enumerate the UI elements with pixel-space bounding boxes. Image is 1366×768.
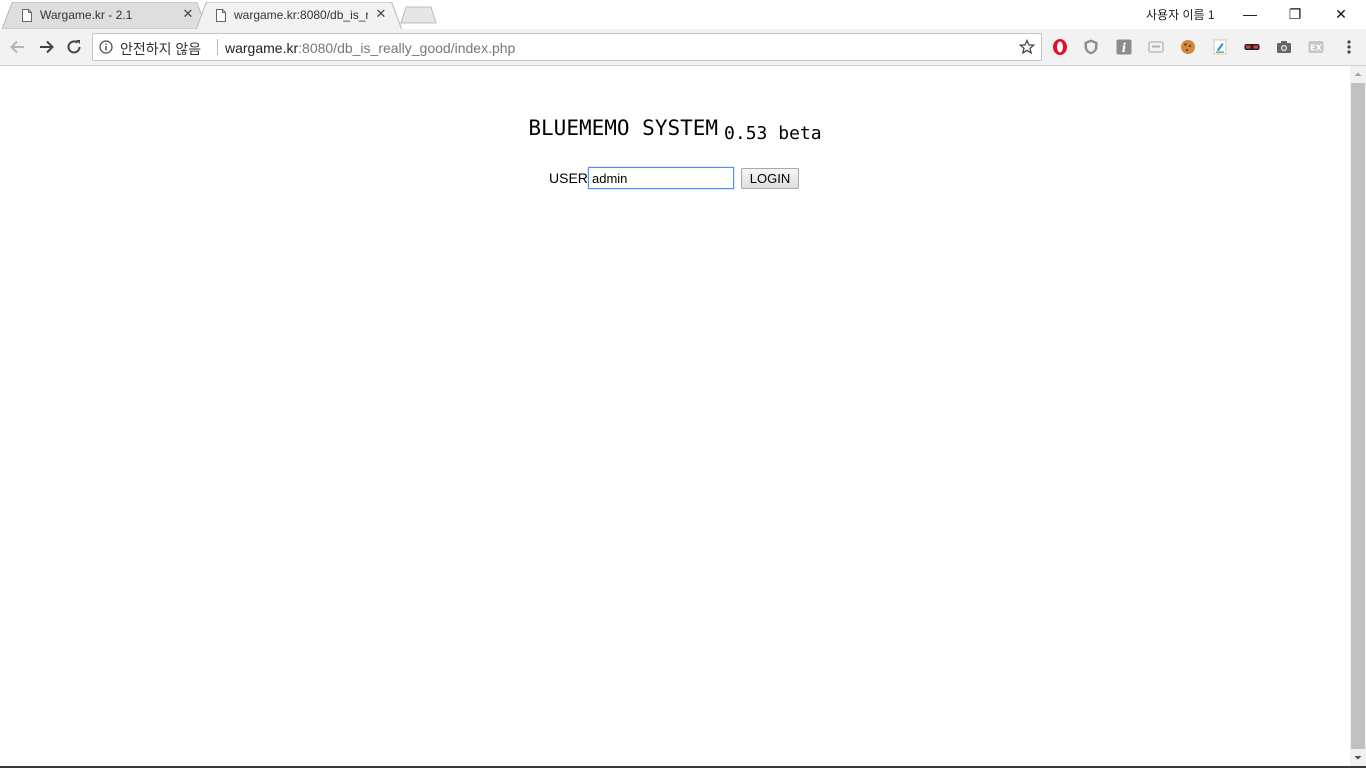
user-label: USER bbox=[549, 170, 588, 186]
page-heading: BLUEMEMO SYSTEM 0.53 beta bbox=[0, 116, 1350, 144]
version-label: 0.53 beta bbox=[724, 123, 822, 144]
divider bbox=[217, 39, 218, 55]
url-host: wargame.kr bbox=[225, 40, 299, 56]
address-bar[interactable]: 안전하지 않음 wargame.kr:8080/db_is_really_goo… bbox=[92, 33, 1042, 61]
opera-icon[interactable] bbox=[1051, 38, 1069, 56]
title-bar: Wargame.kr - 2.1 ✕ wargame.kr:8080/db_is… bbox=[0, 0, 1366, 29]
camera-icon[interactable] bbox=[1275, 38, 1293, 56]
menu-icon[interactable] bbox=[1340, 38, 1358, 56]
info-icon[interactable] bbox=[99, 40, 113, 54]
new-tab-button[interactable] bbox=[400, 6, 438, 24]
cookie-icon[interactable] bbox=[1179, 38, 1197, 56]
reload-icon[interactable] bbox=[64, 37, 84, 57]
maximize-button[interactable]: ❐ bbox=[1272, 0, 1318, 29]
tab-wargame[interactable]: Wargame.kr - 2.1 ✕ bbox=[2, 2, 207, 29]
page-title: BLUEMEMO SYSTEM bbox=[528, 116, 719, 140]
scroll-up-arrow-icon[interactable] bbox=[1350, 66, 1366, 83]
scroll-down-arrow-icon[interactable] bbox=[1350, 749, 1366, 766]
security-label[interactable]: 안전하지 않음 bbox=[120, 39, 201, 59]
url-text[interactable]: wargame.kr:8080/db_is_really_good/index.… bbox=[225, 40, 515, 56]
glasses-icon[interactable] bbox=[1243, 38, 1261, 56]
vertical-scrollbar[interactable] bbox=[1350, 66, 1366, 766]
tab-title: wargame.kr:8080/db_is_really_good/index.… bbox=[234, 8, 368, 22]
tab-title: Wargame.kr - 2.1 bbox=[40, 8, 133, 22]
svg-text:i: i bbox=[1122, 41, 1127, 55]
svg-text:EX: EX bbox=[1310, 44, 1322, 53]
user-input[interactable] bbox=[588, 167, 734, 189]
forward-icon[interactable] bbox=[36, 37, 56, 57]
tab-db-is-really-good[interactable]: wargame.kr:8080/db_is_really_good/index.… bbox=[196, 2, 402, 29]
url-path: :8080/db_is_really_good/index.php bbox=[298, 40, 516, 56]
minimize-button[interactable]: — bbox=[1227, 0, 1273, 29]
login-button[interactable]: LOGIN bbox=[741, 168, 799, 189]
edit-icon[interactable] bbox=[1211, 38, 1229, 56]
close-icon[interactable]: ✕ bbox=[374, 7, 388, 21]
back-icon[interactable] bbox=[8, 37, 28, 57]
info-icon[interactable]: i bbox=[1115, 38, 1133, 56]
card-icon[interactable] bbox=[1147, 38, 1165, 56]
browser-toolbar: 안전하지 않음 wargame.kr:8080/db_is_really_goo… bbox=[0, 29, 1366, 66]
page-icon bbox=[216, 9, 226, 22]
close-window-button[interactable]: ✕ bbox=[1318, 0, 1364, 29]
page-icon bbox=[22, 9, 32, 22]
scrollbar-thumb[interactable] bbox=[1351, 83, 1365, 749]
close-icon[interactable]: ✕ bbox=[181, 7, 195, 21]
profile-name[interactable]: 사용자 이름 1 bbox=[1146, 6, 1215, 23]
page-content: BLUEMEMO SYSTEM0.53 beta USER LOGIN bbox=[0, 66, 1350, 766]
star-icon[interactable] bbox=[1019, 39, 1035, 55]
ex-icon[interactable]: EX bbox=[1307, 38, 1325, 56]
shield-icon[interactable] bbox=[1082, 38, 1100, 56]
